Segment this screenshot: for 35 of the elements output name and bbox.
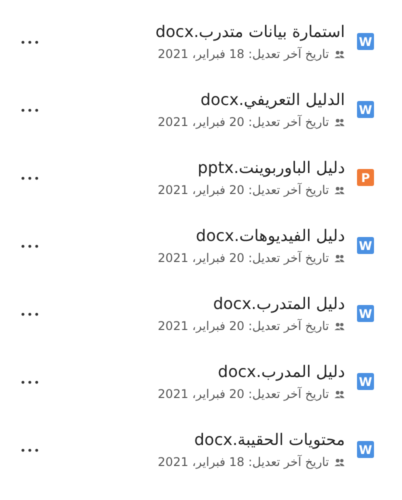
people-icon: [334, 458, 345, 466]
document-file-icon: W: [357, 373, 374, 390]
people-icon: [334, 186, 345, 194]
people-icon: [334, 118, 345, 126]
modified-date: تاريخ آخر تعديل: 20 فبراير، 2021: [158, 251, 329, 265]
modified-date: تاريخ آخر تعديل: 20 فبراير، 2021: [158, 387, 329, 401]
file-name[interactable]: محتويات الحقيبة.docx: [194, 430, 345, 449]
file-name[interactable]: دليل الباوربوينت.pptx: [198, 158, 345, 177]
more-button[interactable]: •••: [20, 106, 41, 117]
file-name[interactable]: دليل المتدرب.docx: [213, 294, 345, 313]
file-name[interactable]: دليل الفيديوهات.docx: [196, 226, 345, 245]
modified-date: تاريخ آخر تعديل: 18 فبراير، 2021: [158, 47, 329, 61]
more-button[interactable]: •••: [20, 446, 41, 457]
document-file-icon: W: [357, 237, 374, 254]
people-icon: [334, 254, 345, 262]
more-button[interactable]: •••: [20, 378, 41, 389]
file-name[interactable]: الدليل التعريفي.docx: [200, 90, 345, 109]
slides-file-icon: P: [357, 169, 374, 186]
more-button[interactable]: •••: [20, 310, 41, 321]
modified-date: تاريخ آخر تعديل: 20 فبراير، 2021: [158, 319, 329, 333]
people-icon: [334, 50, 345, 58]
file-name[interactable]: استمارة بيانات متدرب.docx: [155, 22, 345, 41]
document-file-icon: W: [357, 441, 374, 458]
document-file-icon: W: [357, 33, 374, 50]
people-icon: [334, 322, 345, 330]
modified-date: تاريخ آخر تعديل: 20 فبراير، 2021: [158, 183, 329, 197]
modified-date: تاريخ آخر تعديل: 20 فبراير، 2021: [158, 115, 329, 129]
people-icon: [334, 390, 345, 398]
document-file-icon: W: [357, 101, 374, 118]
document-file-icon: W: [357, 305, 374, 322]
more-button[interactable]: •••: [20, 174, 41, 185]
more-button[interactable]: •••: [20, 38, 41, 49]
more-button[interactable]: •••: [20, 242, 41, 253]
modified-date: تاريخ آخر تعديل: 18 فبراير، 2021: [158, 455, 329, 469]
file-name[interactable]: دليل المدرب.docx: [218, 362, 345, 381]
